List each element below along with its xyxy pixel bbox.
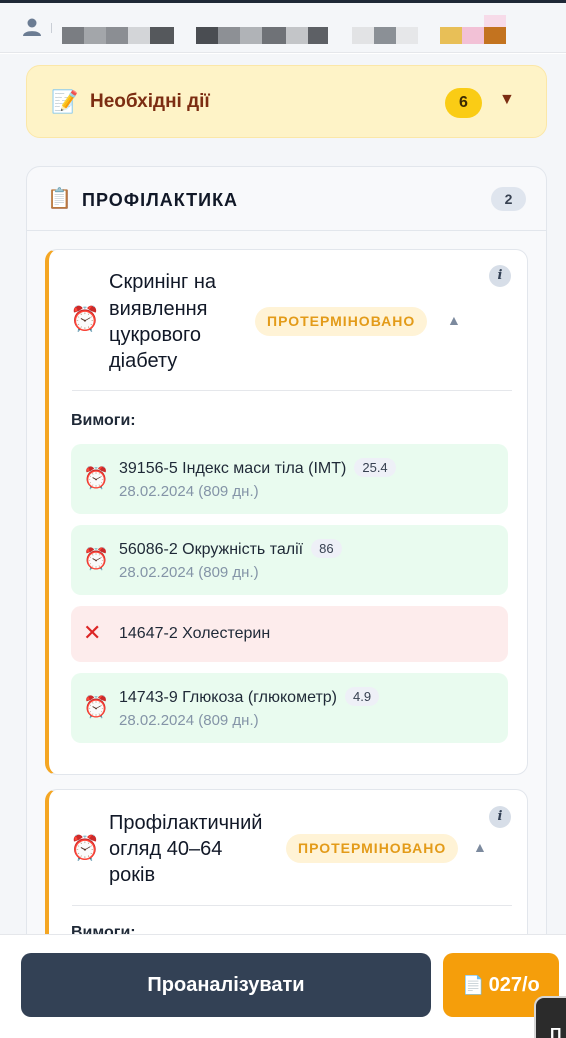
info-icon[interactable]: i bbox=[489, 806, 511, 828]
card-divider bbox=[72, 905, 512, 906]
alarm-clock-icon: ⏰ bbox=[83, 548, 110, 571]
requirement-item-missing: ✕ 14647-2 Холестерин bbox=[71, 606, 508, 662]
requirement-name: 56086-2 Окружність талії bbox=[119, 541, 304, 558]
alarm-clock-icon: ⏰ bbox=[83, 467, 110, 490]
section-count-badge: 2 bbox=[491, 187, 526, 211]
overdue-badge: ПРОТЕРМІНОВАНО bbox=[255, 307, 428, 336]
bottom-action-bar: Проаналізувати 📄 027/о bbox=[0, 934, 566, 1038]
chevron-down-icon[interactable]: ▼ bbox=[499, 91, 515, 109]
required-actions-label: Необхідні дії bbox=[90, 91, 210, 112]
analyze-button[interactable]: Проаналізувати bbox=[21, 953, 431, 1017]
required-actions-panel[interactable]: 📝 Необхідні дії 6 ▼ bbox=[26, 65, 547, 138]
program-card: i ⏰ Скринінг на виявлення цукрового діаб… bbox=[45, 249, 528, 775]
top-header bbox=[0, 3, 566, 53]
main-content: 📝 Необхідні дії 6 ▼ 📋 ПРОФІЛАКТИКА 2 i ⏰… bbox=[0, 54, 566, 934]
required-actions-count: 6 bbox=[445, 88, 482, 118]
requirement-value: 4.9 bbox=[345, 687, 380, 706]
alarm-clock-icon: ⏰ bbox=[70, 835, 100, 862]
section-title: ПРОФІЛАКТИКА bbox=[82, 190, 239, 210]
requirement-date: 28.02.2024 (809 дн.) bbox=[119, 483, 259, 500]
requirement-value: 86 bbox=[311, 539, 342, 558]
program-card: i ⏰ Профілактичний огляд 40–64 років ПРО… bbox=[45, 789, 528, 934]
user-icon[interactable] bbox=[22, 17, 42, 37]
alarm-clock-icon: ⏰ bbox=[70, 306, 100, 333]
form-027-label: 027/о bbox=[488, 974, 540, 996]
header-separator bbox=[51, 23, 52, 33]
requirement-name: 14743-9 Глюкоза (глюкометр) bbox=[119, 689, 337, 706]
clipboard-icon: 📋 bbox=[47, 188, 72, 210]
overdue-badge: ПРОТЕРМІНОВАНО bbox=[286, 834, 459, 863]
requirements-label: Вимоги: bbox=[71, 412, 136, 429]
requirement-date: 28.02.2024 (809 дн.) bbox=[119, 564, 259, 581]
chevron-up-icon[interactable]: ▲ bbox=[447, 312, 461, 328]
requirement-value: 25.4 bbox=[354, 458, 396, 477]
requirement-item: ⏰ 39156-5 Індекс маси тіла (IMT) 25.4 28.… bbox=[71, 444, 508, 514]
card-divider bbox=[72, 390, 512, 391]
floating-widget[interactable]: П bbox=[534, 996, 566, 1038]
memo-icon: 📝 bbox=[51, 89, 79, 114]
requirement-name: 39156-5 Індекс маси тіла (IMT) bbox=[119, 460, 347, 477]
requirement-date: 28.02.2024 (809 дн.) bbox=[119, 712, 259, 729]
info-icon[interactable]: i bbox=[489, 265, 511, 287]
document-icon: 📄 bbox=[462, 975, 485, 995]
requirement-item: ⏰ 14743-9 Глюкоза (глюкометр) 4.9 28.02.2… bbox=[71, 673, 508, 743]
requirement-name: 14647-2 Холестерин bbox=[119, 625, 271, 642]
chevron-up-icon[interactable]: ▲ bbox=[473, 839, 487, 855]
prevention-section: 📋 ПРОФІЛАКТИКА 2 i ⏰ Скринінг на виявлен… bbox=[26, 166, 547, 934]
requirement-item: ⏰ 56086-2 Окружність талії 86 28.02.2024 … bbox=[71, 525, 508, 595]
section-header[interactable]: 📋 ПРОФІЛАКТИКА 2 bbox=[27, 167, 546, 231]
alarm-clock-icon: ⏰ bbox=[83, 696, 110, 719]
requirements-label: Вимоги: bbox=[71, 924, 136, 934]
cross-mark-icon: ✕ bbox=[83, 620, 102, 645]
